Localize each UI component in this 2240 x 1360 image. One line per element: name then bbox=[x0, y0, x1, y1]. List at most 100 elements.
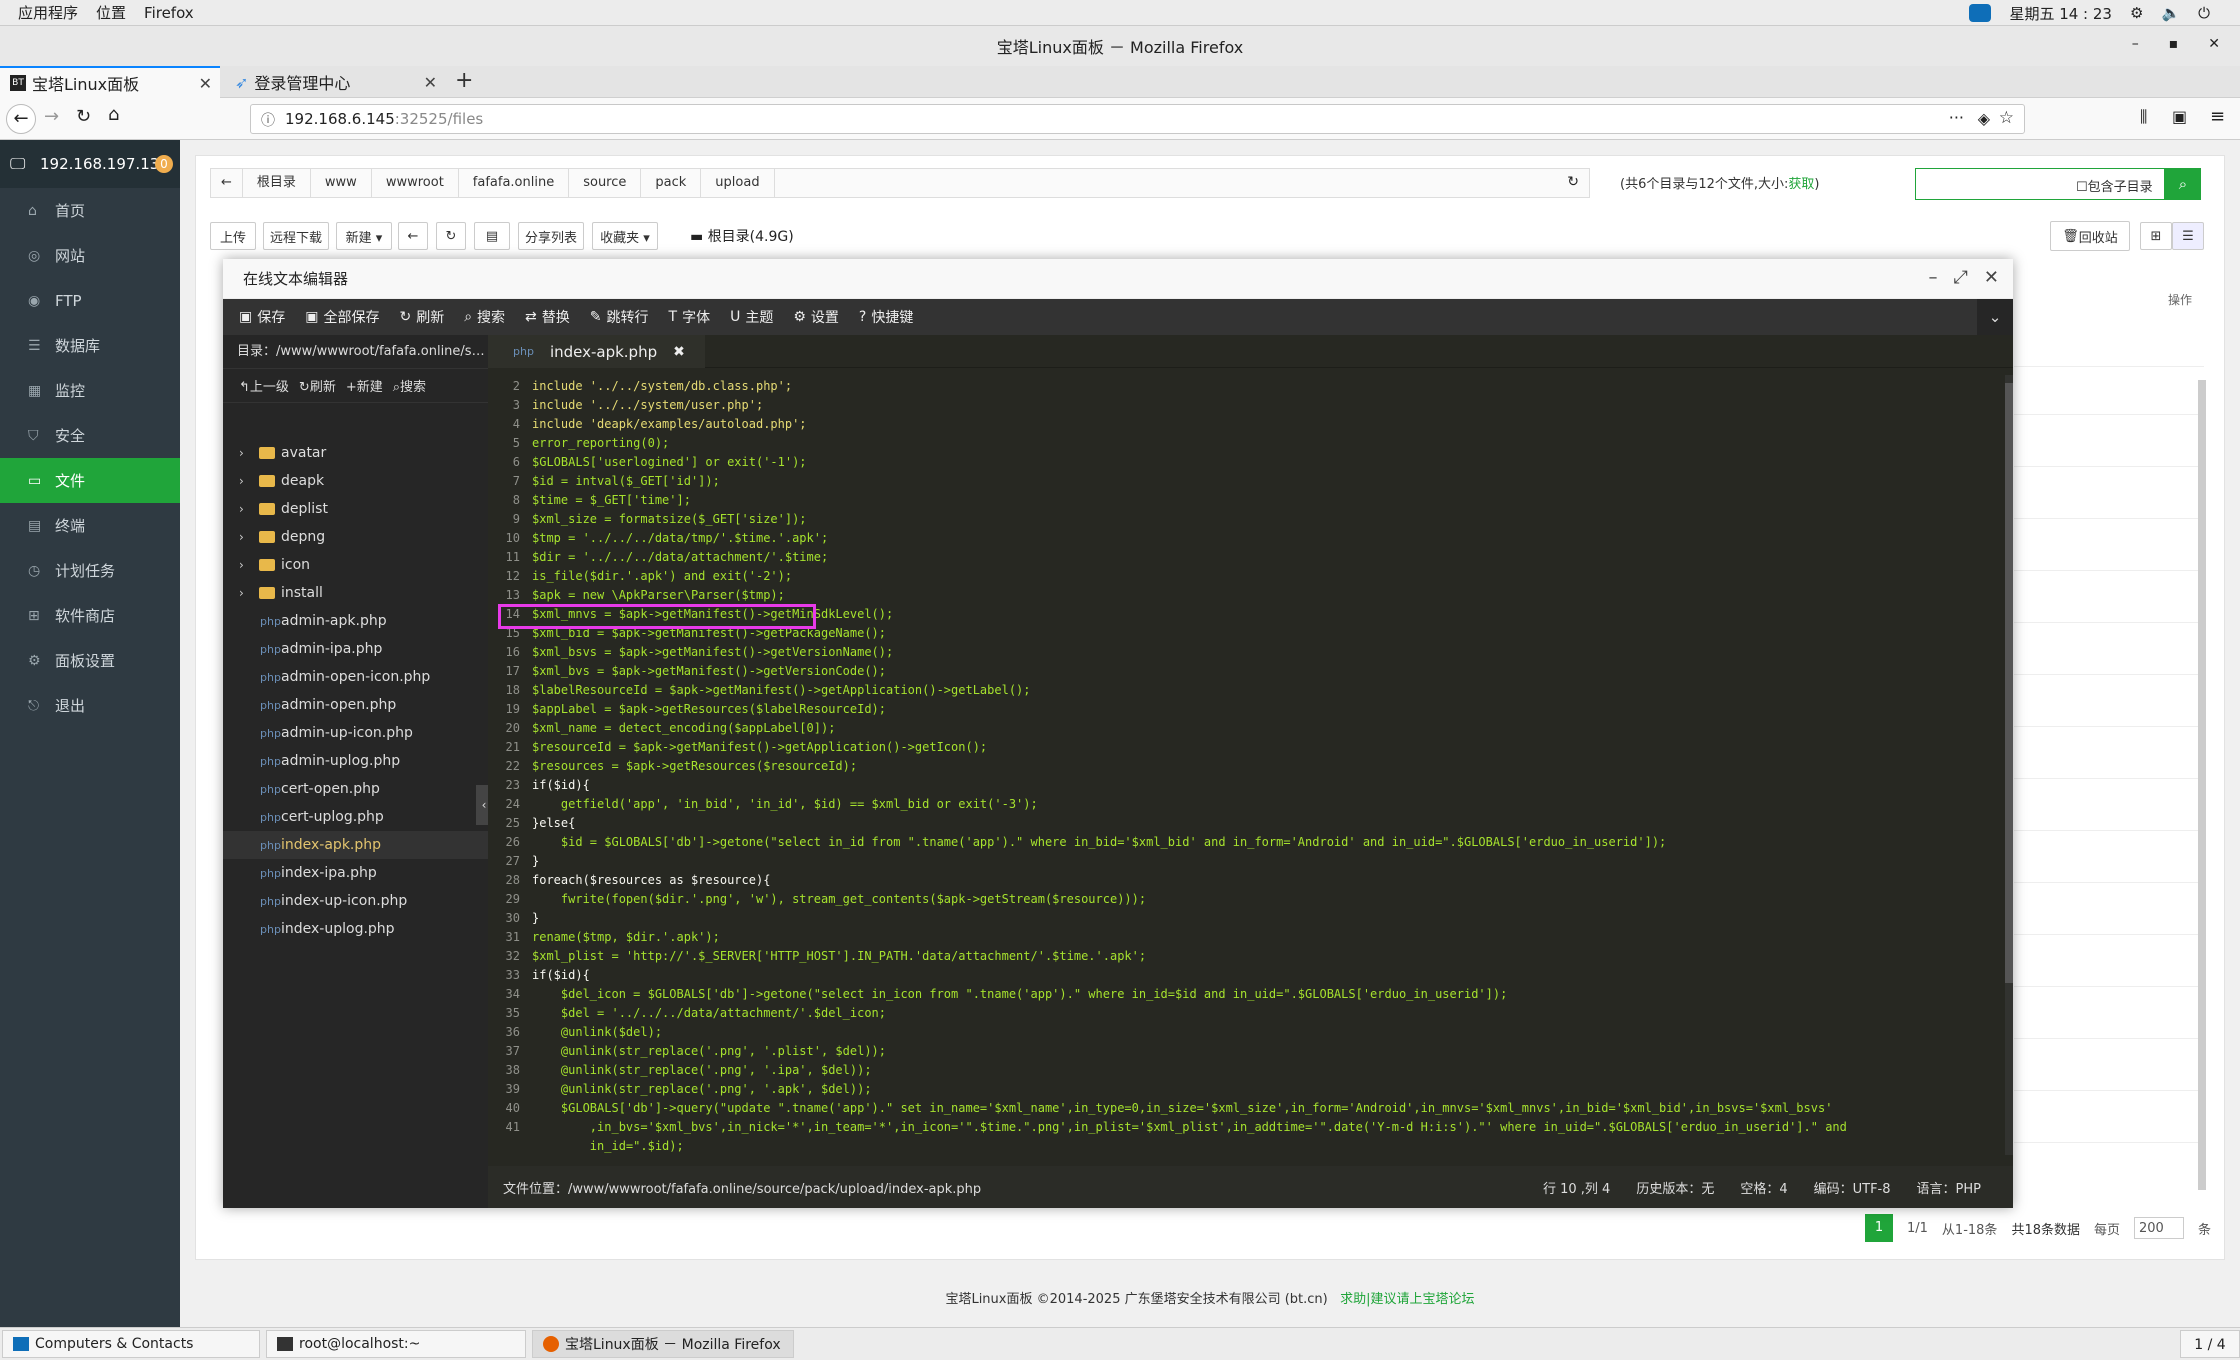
chevron-right-icon[interactable]: › bbox=[239, 446, 244, 460]
page-actions-icon[interactable]: ··· bbox=[1949, 108, 1964, 127]
tab-close-icon[interactable]: ✕ bbox=[199, 74, 212, 93]
forum-link[interactable]: 求助|建议请上宝塔论坛 bbox=[1340, 1292, 1474, 1307]
tree-folder[interactable]: › depng bbox=[223, 523, 488, 551]
tree-file[interactable]: php admin-up-icon.php bbox=[223, 719, 488, 747]
breadcrumb-pack[interactable]: pack bbox=[641, 168, 702, 198]
indent-setting[interactable]: 空格：4 bbox=[1740, 1178, 1787, 1197]
tree-file[interactable]: php index-ipa.php bbox=[223, 859, 488, 887]
clock[interactable]: 星期五 14 : 23 bbox=[2009, 3, 2112, 24]
forward-icon[interactable]: → bbox=[44, 106, 59, 127]
sidebar-item-settings[interactable]: ⚙ 面板设置 bbox=[0, 638, 180, 683]
code-editor[interactable]: php index-apk.php ✖ 2 3 4 5 6 7 8 9 10 11 12 13 14 15… bbox=[488, 335, 2013, 1208]
tree-folder[interactable]: › deapk bbox=[223, 467, 488, 495]
include-subdir-checkbox[interactable]: ☐包含子目录 bbox=[2076, 176, 2153, 195]
refresh-icon[interactable]: ↻ bbox=[436, 222, 466, 250]
sidebar-item-website[interactable]: ◎ 网站 bbox=[0, 233, 180, 278]
tree-refresh-button[interactable]: ↻刷新 bbox=[299, 376, 336, 395]
task-teamviewer[interactable]: Computers & Contacts bbox=[2, 1330, 260, 1358]
share-list-button[interactable]: 分享列表 bbox=[518, 222, 584, 250]
tab-close-icon[interactable]: ✕ bbox=[424, 73, 437, 92]
breadcrumb-back-icon[interactable]: ← bbox=[211, 168, 243, 198]
tree-file[interactable]: php index-up-icon.php bbox=[223, 887, 488, 915]
upload-button[interactable]: 上传 bbox=[210, 222, 256, 250]
page-1-button[interactable]: 1 bbox=[1865, 1214, 1893, 1242]
new-tab-icon[interactable]: + bbox=[455, 68, 473, 93]
back-icon[interactable]: ← bbox=[6, 104, 36, 134]
sidebar-item-terminal[interactable]: ▤ 终端 bbox=[0, 503, 180, 548]
tree-file[interactable]: php index-apk.php bbox=[223, 831, 488, 859]
sidebar-item-monitor[interactable]: ▦ 监控 bbox=[0, 368, 180, 413]
sidebar-item-security[interactable]: ⛉ 安全 bbox=[0, 413, 180, 458]
tab-login[interactable]: ➶ 登录管理中心 ✕ bbox=[225, 66, 445, 98]
chevron-right-icon[interactable]: › bbox=[239, 558, 244, 572]
chevron-down-icon[interactable]: ⌄ bbox=[1977, 299, 2013, 335]
message-badge[interactable]: 0 bbox=[155, 155, 173, 173]
teamviewer-icon[interactable] bbox=[1969, 4, 1992, 22]
tree-folder[interactable]: › install bbox=[223, 579, 488, 607]
server-ip[interactable]: 🖵 192.168.197.131 bbox=[0, 140, 180, 188]
refresh-button[interactable]: ↻ 刷新 bbox=[399, 307, 444, 327]
tree-file[interactable]: php cert-uplog.php bbox=[223, 803, 488, 831]
tree-file[interactable]: php admin-apk.php bbox=[223, 607, 488, 635]
sidebar-item-logout[interactable]: ⎋ 退出 bbox=[0, 683, 180, 728]
editor-scrollbar[interactable] bbox=[2005, 375, 2013, 1155]
sidebar-item-ftp[interactable]: ◉ FTP bbox=[0, 278, 180, 323]
breadcrumb-site[interactable]: fafafa.online bbox=[459, 168, 570, 198]
volume-icon[interactable]: 🔈 bbox=[2161, 4, 2180, 22]
info-icon[interactable]: ⓘ bbox=[261, 110, 275, 130]
goto-line-button[interactable]: ✎ 跳转行 bbox=[590, 307, 649, 327]
theme-button[interactable]: U 主题 bbox=[730, 307, 773, 327]
settings-button[interactable]: ⚙ 设置 bbox=[793, 307, 839, 327]
breadcrumb-wwwroot[interactable]: wwwroot bbox=[372, 168, 459, 198]
maximize-icon[interactable]: ⤢ bbox=[1954, 267, 1968, 288]
terminal-icon[interactable]: ▤ bbox=[474, 222, 510, 250]
chevron-right-icon[interactable]: › bbox=[239, 530, 244, 544]
tree-file[interactable]: php cert-open.php bbox=[223, 775, 488, 803]
chevron-right-icon[interactable]: › bbox=[239, 474, 244, 488]
font-button[interactable]: T 字体 bbox=[669, 307, 711, 327]
refresh-icon[interactable]: ↻ bbox=[1567, 174, 1579, 190]
file-search-input[interactable]: ☐包含子目录 bbox=[1915, 168, 2165, 200]
tab-baota[interactable]: BT 宝塔Linux面板 ✕ bbox=[0, 66, 220, 98]
library-icon[interactable]: ⫼ bbox=[2140, 107, 2147, 127]
network-icon[interactable]: ⚙ bbox=[2130, 4, 2143, 22]
favorites-button[interactable]: 收藏夹 ▾ bbox=[592, 222, 658, 250]
home-icon[interactable]: ⌂ bbox=[108, 104, 119, 125]
sidebar-item-database[interactable]: ☰ 数据库 bbox=[0, 323, 180, 368]
tree-file[interactable]: php admin-uplog.php bbox=[223, 747, 488, 775]
pocket-icon[interactable]: ◈ bbox=[1978, 109, 1990, 128]
workspace-switcher[interactable]: 1 / 4 bbox=[2180, 1330, 2240, 1358]
history-version[interactable]: 历史版本：无 bbox=[1636, 1178, 1714, 1197]
grid-view-icon[interactable]: ⊞ bbox=[2140, 222, 2172, 250]
encoding-setting[interactable]: 编码：UTF-8 bbox=[1814, 1178, 1891, 1197]
sidebar-item-store[interactable]: ⊞ 软件商店 bbox=[0, 593, 180, 638]
search-button[interactable]: ⌕ bbox=[2165, 168, 2201, 200]
sidebar-icon[interactable]: ▣ bbox=[2172, 107, 2187, 126]
save-button[interactable]: ▣ 保存 bbox=[239, 307, 285, 327]
breadcrumb-upload[interactable]: upload bbox=[701, 168, 775, 198]
task-firefox[interactable]: 宝塔Linux面板 － Mozilla Firefox bbox=[532, 1330, 794, 1358]
reload-icon[interactable]: ↻ bbox=[76, 106, 91, 127]
task-terminal[interactable]: root@localhost:~ bbox=[266, 1330, 526, 1358]
sidebar-item-home[interactable]: ⌂ 首页 bbox=[0, 188, 180, 233]
scrollbar-thumb[interactable] bbox=[2005, 383, 2013, 983]
tree-up-button[interactable]: ↰上一级 bbox=[239, 376, 289, 395]
list-view-icon[interactable]: ☰ bbox=[2172, 222, 2204, 250]
minimize-icon[interactable]: – bbox=[2132, 36, 2139, 52]
editor-tab-active[interactable]: php index-apk.php ✖ bbox=[488, 335, 705, 368]
cursor-position[interactable]: 行 10 ,列 4 bbox=[1543, 1178, 1610, 1197]
shortcuts-button[interactable]: ? 快捷键 bbox=[859, 307, 913, 327]
chevron-right-icon[interactable]: › bbox=[239, 502, 244, 516]
remote-download-button[interactable]: 远程下载 bbox=[263, 222, 329, 250]
sidebar-item-cron[interactable]: ◷ 计划任务 bbox=[0, 548, 180, 593]
bookmark-star-icon[interactable]: ☆ bbox=[1999, 108, 2014, 128]
recycle-bin-button[interactable]: 🗑 回收站 bbox=[2050, 221, 2130, 251]
tree-folder[interactable]: › avatar bbox=[223, 439, 488, 467]
menu-places[interactable]: 位置 bbox=[96, 2, 126, 23]
tree-folder[interactable]: › deplist bbox=[223, 495, 488, 523]
tab-close-icon[interactable]: ✖ bbox=[673, 344, 685, 360]
save-all-button[interactable]: ▣ 全部保存 bbox=[305, 307, 379, 327]
chevron-right-icon[interactable]: › bbox=[239, 586, 244, 600]
get-size-link[interactable]: 获取 bbox=[1788, 177, 1814, 192]
back-icon[interactable]: ← bbox=[398, 222, 428, 250]
